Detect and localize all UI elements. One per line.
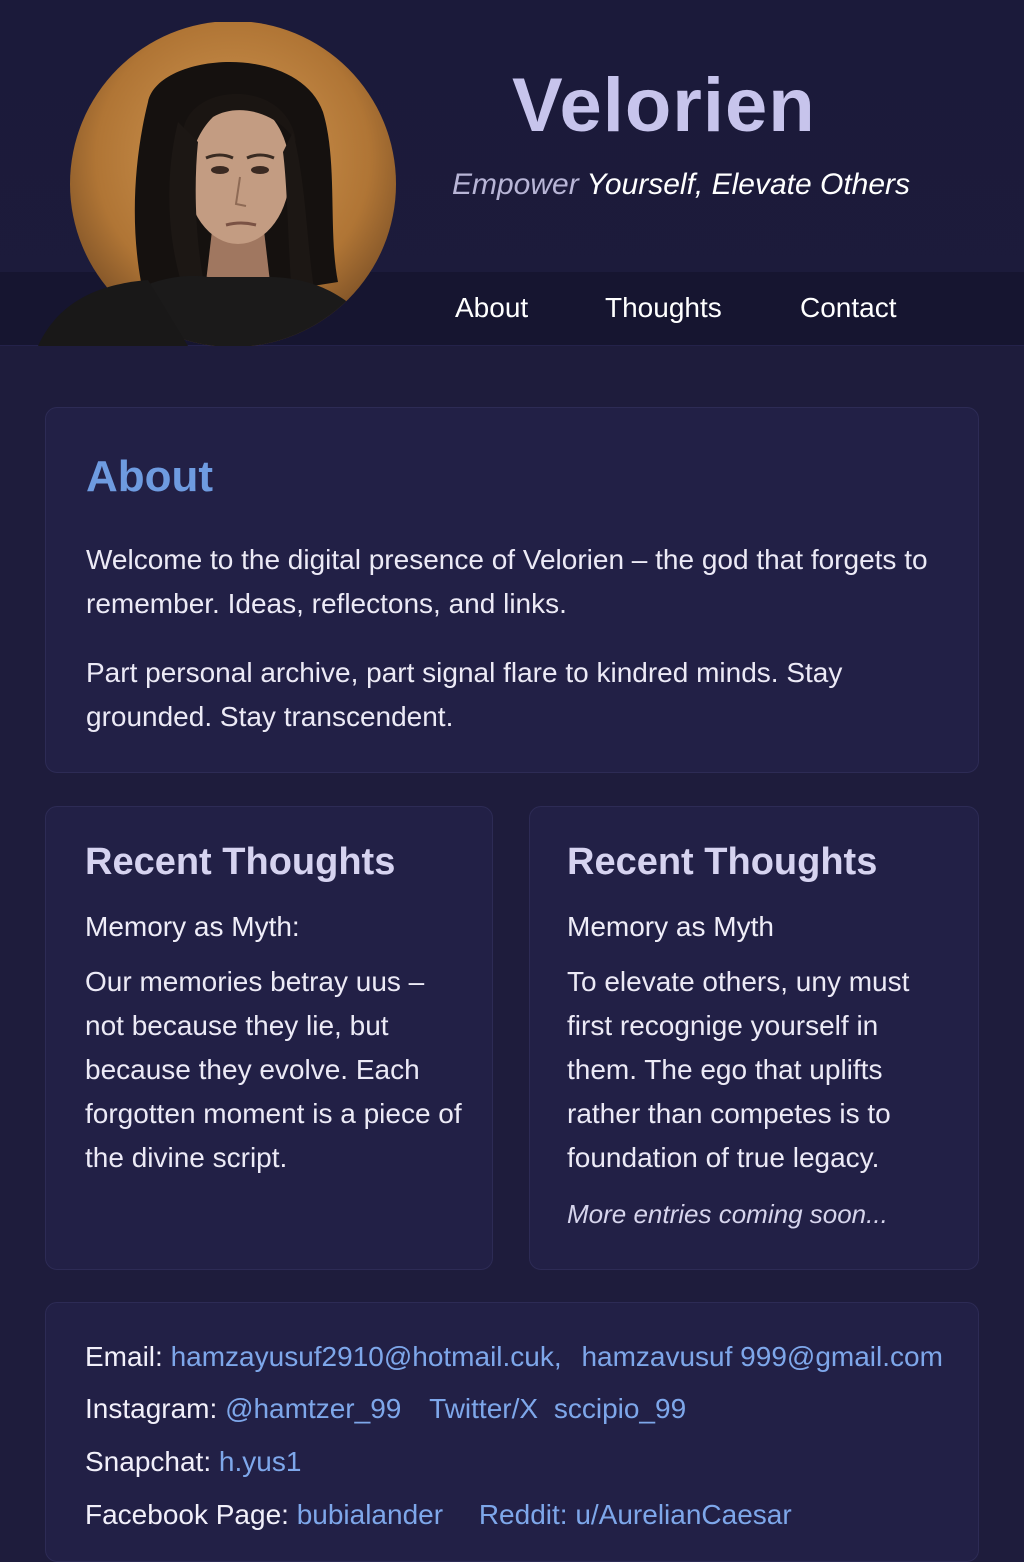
twitter-label[interactable]: Twitter/X	[429, 1393, 538, 1424]
facebook-link[interactable]: bubialander	[297, 1499, 443, 1530]
tagline-end: Yourself, Elevate Others	[586, 168, 911, 201]
tagline-start: Empower	[452, 168, 579, 201]
twitter-link[interactable]: sccipio_99	[554, 1393, 686, 1424]
about-heading: About	[86, 452, 214, 501]
social-row: Instagram: @hamtzer_99 Twitter/X sccipio…	[85, 1393, 686, 1425]
email-link-2[interactable]: hamzavusuf 999@gmail.com	[581, 1341, 942, 1372]
email-link-1[interactable]: hamzayusuf2910@hotmail.cuk,	[171, 1341, 562, 1372]
instagram-link[interactable]: @hamtzer_99	[225, 1393, 401, 1424]
thought-heading: Recent Thoughts	[85, 841, 396, 883]
thought-body: To elevate others, uny must first recogn…	[567, 966, 910, 1173]
about-card: About Welcome to the digital presence of…	[45, 407, 979, 773]
about-paragraph-1: Welcome to the digital presence of Velor…	[86, 544, 928, 619]
about-paragraph-2: Part personal archive, part signal flare…	[86, 657, 843, 732]
facebook-label: Facebook Page:	[85, 1499, 289, 1530]
thought-heading: Recent Thoughts	[567, 841, 878, 883]
nav-about-link[interactable]: About	[455, 292, 528, 324]
thought-body: Our memories betray uus – not because th…	[85, 966, 462, 1173]
thought-subheading: Memory as Myth:	[85, 911, 300, 942]
snapchat-label: Snapchat:	[85, 1446, 212, 1477]
site-tagline: Empower Yourself, Elevate Others	[452, 168, 910, 202]
thought-card: Recent Thoughts Memory as Myth To elevat…	[529, 806, 979, 1270]
site-title: Velorien	[512, 63, 816, 148]
email-row: Email: hamzayusuf2910@hotmail.cuk, hamza…	[85, 1341, 943, 1373]
profile-portrait	[38, 22, 398, 346]
more-entries-note: More entries coming soon...	[567, 1199, 888, 1229]
nav-contact-link[interactable]: Contact	[800, 292, 897, 324]
snapchat-link[interactable]: h.yus1	[219, 1446, 302, 1477]
facebook-row: Facebook Page: bubialander Reddit: u/Aur…	[85, 1499, 792, 1531]
snapchat-row: Snapchat: h.yus1	[85, 1446, 301, 1478]
email-label: Email:	[85, 1341, 163, 1372]
instagram-label: Instagram:	[85, 1393, 218, 1424]
thought-subheading: Memory as Myth	[567, 911, 774, 942]
reddit-link[interactable]: Reddit: u/AurelianCaesar	[479, 1499, 792, 1530]
nav-thoughts-link[interactable]: Thoughts	[605, 292, 722, 324]
contact-card: Email: hamzayusuf2910@hotmail.cuk, hamza…	[45, 1302, 979, 1562]
thought-card: Recent Thoughts Memory as Myth: Our memo…	[45, 806, 493, 1270]
